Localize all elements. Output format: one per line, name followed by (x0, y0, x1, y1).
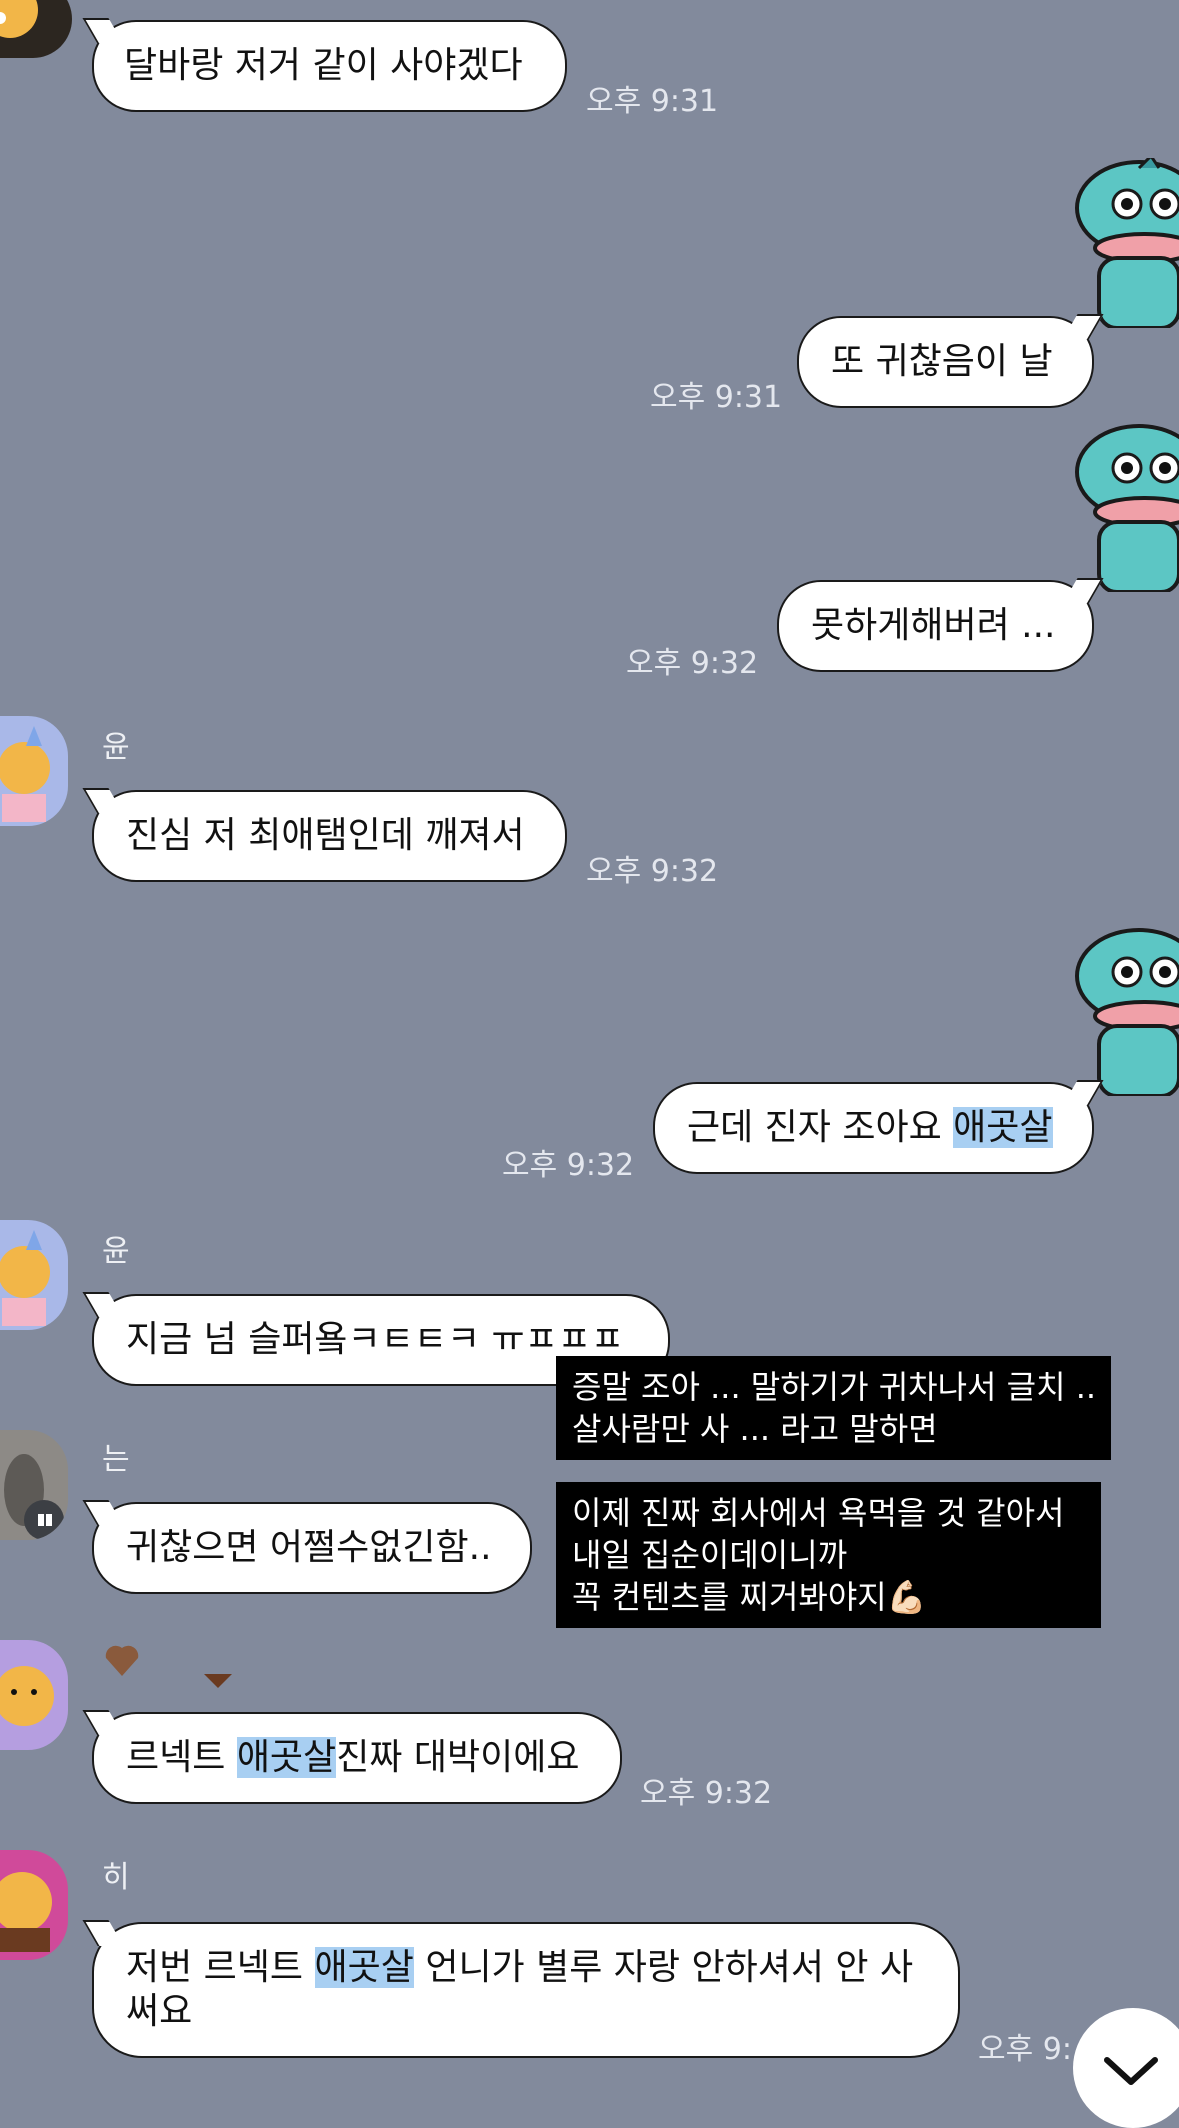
highlighted-keyword: 애곳살 (314, 1947, 414, 1988)
message-time: 오후 9:32 (502, 1148, 635, 1183)
avatar[interactable] (0, 1430, 68, 1540)
message-text: 진짜 대박이에요 (336, 1737, 580, 1778)
message-text: 르넥트 (126, 1737, 237, 1778)
avatar[interactable] (0, 1850, 68, 1960)
message-bubble[interactable]: 귀찮으면 어쩔수없긴함.. (82, 1500, 532, 1594)
sender-name: 는 (102, 1442, 130, 1477)
sender-name: 윤 (102, 730, 130, 765)
avatar[interactable] (0, 1640, 68, 1750)
caption-line: 살사람만 사 ... 라고 말하면 (572, 1410, 938, 1448)
message-text: 귀찮으면 어쩔수없긴함.. (126, 1527, 492, 1568)
chevron-down-icon (1104, 2057, 1158, 2085)
message-time: 오후 9:32 (626, 646, 759, 681)
caption-box: 증말 조아 ... 말하기가 귀차나서 글치 .. 살사람만 사 ... 라고 … (556, 1356, 1111, 1460)
message-bubble[interactable]: 못하게해버려 ... (777, 578, 1104, 672)
avatar[interactable] (0, 716, 68, 826)
caption-line: 이제 진짜 회사에서 욕먹을 것 같아서 (572, 1494, 1065, 1532)
highlighted-keyword: 애곳살 (236, 1737, 337, 1778)
message-bubble[interactable]: 진심 저 최애탬인데 깨져서 (82, 788, 567, 882)
caption-box: 이제 진짜 회사에서 욕먹을 것 같아서 내일 집순이데이니까 꼭 컨텐츠를 찌… (556, 1482, 1101, 1628)
caption-line: 꼭 컨텐츠를 찌거봐야지 (572, 1578, 887, 1616)
message-bubble[interactable]: 또 귀찮음이 날 (797, 314, 1104, 408)
message-text: 써요 (126, 1991, 193, 2032)
message-text: 언니가 별루 자랑 안하셔서 안 사 (413, 1947, 914, 1988)
hangyodon-sticker (1075, 158, 1179, 328)
message-text: 지금 넘 슬퍼욬ㅋㅌㅌㅋ ㅠㅍㅍㅍ (126, 1319, 625, 1360)
message-bubble[interactable]: 르넥트 애곳살진짜 대박이에요 (82, 1710, 622, 1804)
avatar[interactable] (0, 0, 72, 58)
sender-name: 히 (102, 1860, 130, 1895)
hangyodon-sticker (1075, 424, 1179, 592)
message-text: 진심 저 최애탬인데 깨져서 (126, 815, 525, 856)
caption-line: 내일 집순이데이니까 (572, 1536, 848, 1574)
message-time: 오후 9:31 (586, 84, 719, 119)
hangyodon-sticker (1075, 928, 1179, 1096)
highlighted-keyword: 애곳살 (953, 1107, 1053, 1148)
triangle-icon (204, 1674, 232, 1688)
message-time: 오후 9:32 (586, 854, 719, 889)
sender-name: 윤 (102, 1234, 130, 1269)
message-text: 달바랑 저거 같이 사야겠다 (124, 45, 523, 86)
message-text: 저번 르넥트 (126, 1947, 315, 1988)
avatar[interactable] (0, 1220, 68, 1330)
message-bubble[interactable]: 근데 진자 조아요 애곳살 (653, 1080, 1104, 1174)
message-text: 근데 진자 조아요 (687, 1107, 954, 1148)
flexed-biceps-icon: 💪🏻 (886, 1578, 927, 1616)
message-time: 오후 9:31 (650, 380, 783, 415)
message-time: 오후 9: (978, 2032, 1072, 2067)
caption-line: 증말 조아 ... 말하기가 귀차나서 글치 .. (572, 1368, 1097, 1406)
message-text: 또 귀찮음이 날 (831, 341, 1053, 382)
message-bubble[interactable]: 저번 르넥트 애곳살 언니가 별루 자랑 안하셔서 안 사 써요 (82, 1920, 960, 2058)
message-bubble[interactable]: 달바랑 저거 같이 사야겠다 (82, 18, 567, 112)
heart-icon (105, 1645, 139, 1676)
message-text: 못하게해버려 ... (811, 605, 1056, 646)
message-time: 오후 9:32 (640, 1776, 773, 1811)
scroll-to-bottom-button[interactable] (1073, 2008, 1179, 2128)
